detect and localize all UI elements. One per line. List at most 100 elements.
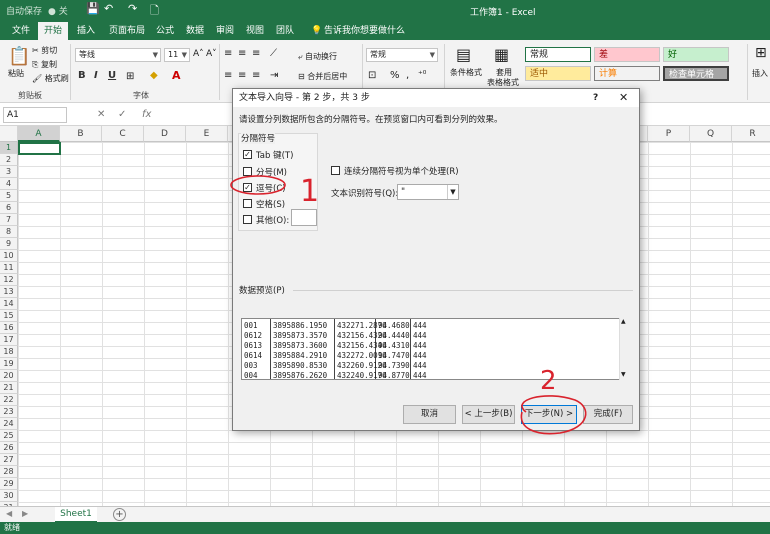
enter-icon[interactable]: ✓ <box>118 109 126 120</box>
insert-cells-icon[interactable]: ⊞ <box>755 45 767 61</box>
align-left-icon[interactable]: ≡ <box>224 70 232 81</box>
comma-button[interactable]: , <box>406 70 409 81</box>
style-calculation[interactable]: 计算 <box>594 66 660 81</box>
borders-icon[interactable]: ⊞ <box>126 71 134 82</box>
underline-button[interactable]: U <box>108 70 116 81</box>
row-header[interactable]: 19 <box>0 358 18 370</box>
align-center-icon[interactable]: ≡ <box>238 70 246 81</box>
sheet-tab[interactable]: Sheet1 <box>55 507 97 523</box>
column-header[interactable]: Q <box>690 126 732 142</box>
tab-page-layout[interactable]: 页面布局 <box>103 22 151 40</box>
row-header[interactable]: 13 <box>0 286 18 298</box>
row-header[interactable]: 22 <box>0 394 18 406</box>
paste-button[interactable]: 粘贴 <box>8 68 24 79</box>
tab-home[interactable]: 开始 <box>38 22 69 40</box>
row-header[interactable]: 26 <box>0 442 18 454</box>
row-header[interactable]: 1 <box>0 142 18 154</box>
name-box[interactable]: A1 <box>3 107 67 123</box>
selected-cell-a1[interactable] <box>18 142 61 155</box>
table-format-icon[interactable]: ▦ <box>494 45 509 64</box>
style-bad[interactable]: 差 <box>594 47 660 62</box>
select-all-corner[interactable] <box>0 126 18 142</box>
row-header[interactable]: 8 <box>0 226 18 238</box>
space-checkbox[interactable] <box>243 199 252 208</box>
bold-button[interactable]: B <box>78 70 86 81</box>
align-middle-icon[interactable]: ≡ <box>238 48 246 59</box>
insert-cells-button[interactable]: 插入 <box>752 68 768 79</box>
redo-icon[interactable]: ↷ <box>128 2 137 15</box>
font-size-select[interactable]: 11 ▼ <box>164 48 190 62</box>
align-right-icon[interactable]: ≡ <box>252 70 260 81</box>
row-header[interactable]: 25 <box>0 430 18 442</box>
row-header[interactable]: 4 <box>0 178 18 190</box>
row-header[interactable]: 14 <box>0 298 18 310</box>
font-name-select[interactable]: 等线 ▼ <box>75 48 161 62</box>
back-button[interactable]: < 上一步(B) <box>462 405 515 424</box>
decrease-font-icon[interactable]: A˅ <box>206 49 217 59</box>
next-sheet-icon[interactable]: ▶ <box>22 509 28 518</box>
row-header[interactable]: 3 <box>0 166 18 178</box>
cancel-icon[interactable]: ✕ <box>97 109 105 120</box>
align-bottom-icon[interactable]: ≡ <box>252 48 260 59</box>
close-icon[interactable]: ✕ <box>619 89 628 107</box>
add-sheet-icon[interactable]: + <box>113 508 126 521</box>
help-button[interactable]: ? <box>593 89 598 107</box>
tab-formulas[interactable]: 公式 <box>150 22 180 40</box>
tab-review[interactable]: 审阅 <box>210 22 240 40</box>
column-header[interactable]: P <box>648 126 690 142</box>
row-header[interactable]: 15 <box>0 310 18 322</box>
row-header[interactable]: 23 <box>0 406 18 418</box>
scroll-down-icon[interactable]: ▼ <box>621 371 626 378</box>
indent-icon[interactable]: ⇥ <box>270 70 278 81</box>
row-header[interactable]: 2 <box>0 154 18 166</box>
column-header[interactable]: D <box>144 126 186 142</box>
row-header[interactable]: 27 <box>0 454 18 466</box>
other-checkbox[interactable] <box>243 215 252 224</box>
tab-file[interactable]: 文件 <box>6 22 36 40</box>
row-header[interactable]: 28 <box>0 466 18 478</box>
style-good[interactable]: 好 <box>663 47 729 62</box>
column-header[interactable]: C <box>102 126 144 142</box>
row-header[interactable]: 11 <box>0 262 18 274</box>
row-header[interactable]: 10 <box>0 250 18 262</box>
prev-sheet-icon[interactable]: ◀ <box>6 509 12 518</box>
style-check-cell[interactable]: 检查单元格 <box>663 66 729 81</box>
currency-icon[interactable]: ⊡ <box>368 70 376 81</box>
finish-button[interactable]: 完成(F) <box>583 405 633 424</box>
tab-checkbox[interactable]: ✓ <box>243 150 252 159</box>
row-header[interactable]: 9 <box>0 238 18 250</box>
row-header[interactable]: 21 <box>0 382 18 394</box>
autosave-toggle[interactable]: ● 关 <box>48 4 68 17</box>
number-format-select[interactable]: 常规 ▼ <box>366 48 438 62</box>
row-header[interactable]: 24 <box>0 418 18 430</box>
cancel-button[interactable]: 取消 <box>403 405 456 424</box>
row-header[interactable]: 18 <box>0 346 18 358</box>
row-header[interactable]: 30 <box>0 490 18 502</box>
autosave-label[interactable]: 自动保存 <box>6 4 42 17</box>
consecutive-delimiters-checkbox[interactable] <box>331 166 340 175</box>
row-header[interactable]: 29 <box>0 478 18 490</box>
scroll-up-icon[interactable]: ▲ <box>621 318 626 325</box>
align-top-icon[interactable]: ≡ <box>224 48 232 59</box>
undo-icon[interactable]: ↶ <box>104 2 113 15</box>
row-header[interactable]: 6 <box>0 202 18 214</box>
column-header[interactable]: E <box>186 126 228 142</box>
format-painter-button[interactable]: 🖌 格式刷 <box>32 73 69 84</box>
cut-button[interactable]: ✂ 剪切 <box>32 45 57 56</box>
semicolon-checkbox[interactable] <box>243 167 252 176</box>
tell-me-input[interactable]: 告诉我你想要做什么 <box>318 22 411 40</box>
copy-button[interactable]: ⎘ 复制 <box>32 59 57 70</box>
percent-button[interactable]: % <box>390 70 400 81</box>
column-header[interactable]: A <box>18 126 60 142</box>
save-icon[interactable]: 💾 <box>86 2 100 15</box>
conditional-format-button[interactable]: 条件格式 <box>450 67 482 78</box>
column-header[interactable]: B <box>60 126 102 142</box>
merge-center-button[interactable]: ⊟ 合并后居中 <box>298 71 347 82</box>
font-color-icon[interactable]: A <box>172 69 181 82</box>
row-header[interactable]: 16 <box>0 322 18 334</box>
row-header[interactable]: 7 <box>0 214 18 226</box>
insert-function-button[interactable]: fx <box>142 109 151 120</box>
row-header[interactable]: 5 <box>0 190 18 202</box>
comma-checkbox[interactable]: ✓ <box>243 183 252 192</box>
row-header[interactable]: 12 <box>0 274 18 286</box>
